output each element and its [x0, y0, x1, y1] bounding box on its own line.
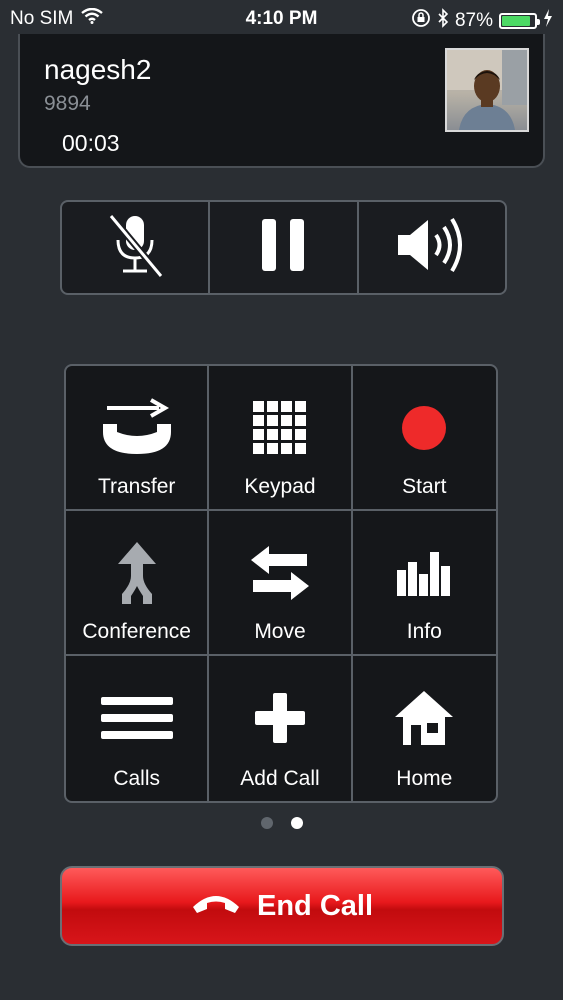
keypad-button[interactable]: Keypad: [209, 366, 353, 511]
orientation-lock-icon: [411, 8, 431, 34]
battery-percent: 87%: [454, 10, 493, 31]
bluetooth-icon: [437, 8, 449, 34]
mute-button[interactable]: [62, 202, 211, 293]
speaker-button[interactable]: [359, 202, 505, 293]
info-bars-icon: [395, 533, 453, 613]
record-start-button[interactable]: Start: [352, 366, 496, 511]
page-dot-1[interactable]: [260, 817, 273, 829]
home-label: Home: [396, 767, 453, 790]
caller-name: nagesh2: [44, 54, 152, 85]
info-button[interactable]: Info: [352, 511, 496, 656]
caller-number: 9894: [44, 92, 91, 115]
call-actions-grid: Transfer Keypad Start Conference Move In…: [64, 364, 498, 803]
home-icon: [393, 678, 455, 758]
pause-icon: [258, 217, 308, 278]
call-duration: 00:03: [62, 130, 120, 156]
conference-icon: [112, 533, 162, 613]
speaker-icon: [394, 212, 470, 283]
end-call-button[interactable]: End Call: [60, 866, 504, 946]
transfer-icon: [99, 388, 175, 468]
caller-card: nagesh2 9894 00:03: [18, 34, 545, 168]
transfer-button[interactable]: Transfer: [66, 366, 210, 511]
move-icon: [249, 533, 311, 613]
conference-label: Conference: [82, 620, 191, 643]
conference-button[interactable]: Conference: [66, 511, 210, 656]
home-button[interactable]: Home: [353, 656, 496, 801]
move-label: Move: [254, 620, 306, 643]
page-indicator[interactable]: [0, 817, 563, 829]
info-label: Info: [406, 620, 442, 643]
add-call-icon: [253, 678, 307, 758]
move-button[interactable]: Move: [209, 511, 353, 656]
call-controls: [60, 200, 507, 295]
transfer-label: Transfer: [97, 475, 176, 498]
battery-icon: [499, 13, 540, 29]
start-label: Start: [402, 475, 447, 498]
add-call-button[interactable]: Add Call: [209, 656, 353, 801]
add-call-label: Add Call: [240, 767, 320, 790]
microphone-muted-icon: [103, 210, 167, 285]
end-call-label: End Call: [256, 889, 373, 922]
caller-avatar[interactable]: [445, 48, 529, 132]
keypad-icon: [251, 388, 309, 468]
page-dot-2[interactable]: [290, 817, 303, 829]
charging-bolt-icon: [543, 9, 553, 33]
calls-button[interactable]: Calls: [66, 656, 210, 801]
record-icon: [399, 388, 449, 468]
keypad-label: Keypad: [244, 475, 316, 498]
calls-list-icon: [99, 678, 175, 758]
hang-up-icon: [191, 890, 241, 923]
status-bar: No SIM 4:10 PM 87%: [0, 0, 563, 38]
hold-button[interactable]: [210, 202, 359, 293]
calls-label: Calls: [113, 767, 160, 790]
